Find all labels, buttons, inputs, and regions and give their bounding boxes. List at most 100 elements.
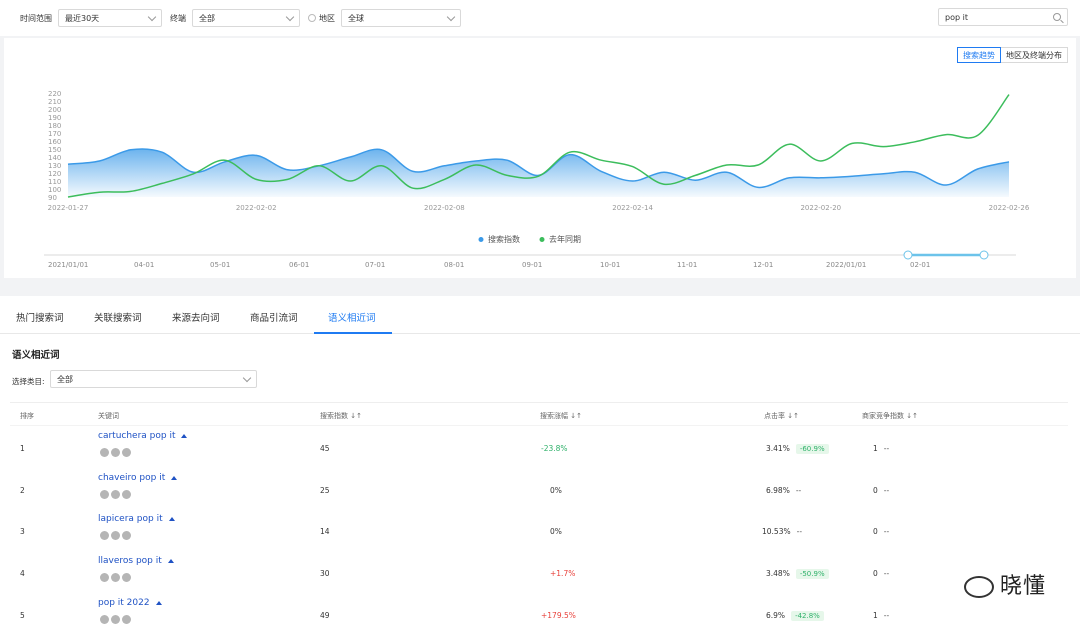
keywords-panel: 热门搜索词 关联搜索词 来源去向词 商品引流词 语义相近词 语义相近词 选择类目… [0,296,1080,634]
search-input[interactable]: pop it [938,8,1068,26]
rank-cell: 2 [20,486,25,495]
source-icon[interactable] [111,573,120,582]
search-index-cell: 25 [320,486,330,495]
chevron-down-icon [446,12,456,21]
ctr-change-badge: -60.9% [795,444,829,454]
keyword-link[interactable]: pop it 2022 [98,598,162,608]
category-select[interactable]: 全部 [50,370,257,388]
search-index-cell: 14 [320,527,330,536]
source-icon[interactable] [111,531,120,540]
search-index-cell: 49 [320,611,330,620]
trend-up-icon [181,433,188,438]
legend-label-search-index[interactable]: 搜索指数 [488,234,520,244]
trend-chart: 9010011012013014015016017018019020021022… [44,90,1030,269]
competition-extra: -- [883,444,890,453]
header-competition[interactable]: 商家竞争指数 ↓↑ [862,411,918,421]
y-tick-label: 90 [48,194,57,202]
header-ctr[interactable]: 点击率 ↓↑ [764,411,799,421]
search-index-cell: 45 [320,444,330,453]
header-search-growth[interactable]: 搜索涨幅 ↓↑ [540,411,582,421]
region-select[interactable]: 全球 [341,9,461,27]
competition-extra: -- [883,611,890,620]
y-tick-label: 150 [48,146,61,154]
source-icon[interactable] [111,448,120,457]
source-icon[interactable] [122,448,131,457]
timeline-label: 08-01 [444,261,464,269]
header-search-index[interactable]: 搜索指数 ↓↑ [320,411,362,421]
keyword-text: cartuchera pop it [98,431,176,441]
source-icon[interactable] [100,448,109,457]
legend-marker-last-year [539,237,545,242]
source-icon[interactable] [122,531,131,540]
terminal-select[interactable]: 全部 [192,9,300,27]
rank-cell: 5 [20,611,25,620]
tab-related-search[interactable]: 关联搜索词 [94,310,142,324]
x-tick-label: 2022-02-20 [800,204,841,212]
competition-extra: -- [883,486,890,495]
wechat-logo-icon [963,576,994,598]
competition-value: 1 [873,611,878,620]
keyword-link[interactable]: llaveros pop it [98,556,174,566]
region-label: 地区 [319,13,335,23]
source-icons [100,490,131,499]
search-value: pop it [945,12,968,22]
toggle-search-trend[interactable]: 搜索趋势 [957,47,1001,63]
y-tick-label: 200 [48,106,61,114]
y-tick-label: 170 [48,130,61,138]
source-icon[interactable] [111,490,120,499]
filter-bar: 时间范围 最近30天 终端 全部 地区 全球 pop it [0,0,1080,36]
search-growth-cell: -23.8% [541,444,568,453]
terminal-value: 全部 [199,13,215,23]
keyword-text: lapicera pop it [98,514,163,524]
ctr-cell: 6.98% -- [766,486,801,495]
watermark-text: 晓懂 [999,574,1046,599]
source-icon[interactable] [100,490,109,499]
source-icon[interactable] [100,615,109,624]
time-range-label: 时间范围 [20,13,52,23]
tab-source-destination[interactable]: 来源去向词 [172,310,220,324]
time-range-value: 最近30天 [65,13,100,23]
watermark: 晓懂 [963,568,1046,600]
legend-label-last-year[interactable]: 去年同期 [549,234,581,244]
chevron-down-icon [242,373,252,382]
x-tick-label: 2022-02-26 [989,204,1030,212]
ctr-change-empty: -- [796,527,803,536]
timeline-handle-end[interactable] [979,250,989,260]
keyword-link[interactable]: lapicera pop it [98,514,175,524]
source-icon[interactable] [122,573,131,582]
ctr-cell: 3.41% -60.9% [766,444,829,454]
source-icon[interactable] [111,615,120,624]
competition-value: 0 [873,569,878,578]
keyword-link[interactable]: cartuchera pop it [98,431,188,441]
source-icon[interactable] [122,490,131,499]
rank-cell: 4 [20,569,25,578]
toggle-region-distribution[interactable]: 地区及终端分布 [1001,47,1068,63]
tab-semantic-similar[interactable]: 语义相近词 [328,310,376,324]
competition-extra: -- [883,527,890,536]
tab-hot-search[interactable]: 热门搜索词 [16,310,64,324]
chart-view-toggle: 搜索趋势 地区及终端分布 [957,47,1068,63]
tab-product-traffic[interactable]: 商品引流词 [250,310,298,324]
y-tick-label: 130 [48,162,61,170]
timeline-label: 11-01 [677,261,697,269]
search-icon[interactable] [1053,13,1061,21]
y-tick-label: 120 [48,170,61,178]
timeline-handle-start[interactable] [903,250,913,260]
ctr-value: 3.48% [766,569,790,578]
search-growth-cell: 0% [550,486,562,495]
keyword-text: pop it 2022 [98,598,150,608]
source-icon[interactable] [100,573,109,582]
y-tick-label: 100 [48,186,61,194]
y-tick-label: 110 [48,178,61,186]
active-tab-indicator [314,332,392,334]
time-range-select[interactable]: 最近30天 [58,9,162,27]
keyword-link[interactable]: chaveiro pop it [98,473,178,483]
section-title: 语义相近词 [12,350,60,361]
competition-cell: 0 -- [873,569,889,578]
x-tick-label: 2022-02-08 [424,204,465,212]
table-row: 2 chaveiro pop it 25 0% 6.98% -- 0 -- [10,470,1068,512]
source-icon[interactable] [122,615,131,624]
ctr-change-badge: -42.8% [791,611,824,621]
source-icons [100,573,131,582]
source-icon[interactable] [100,531,109,540]
